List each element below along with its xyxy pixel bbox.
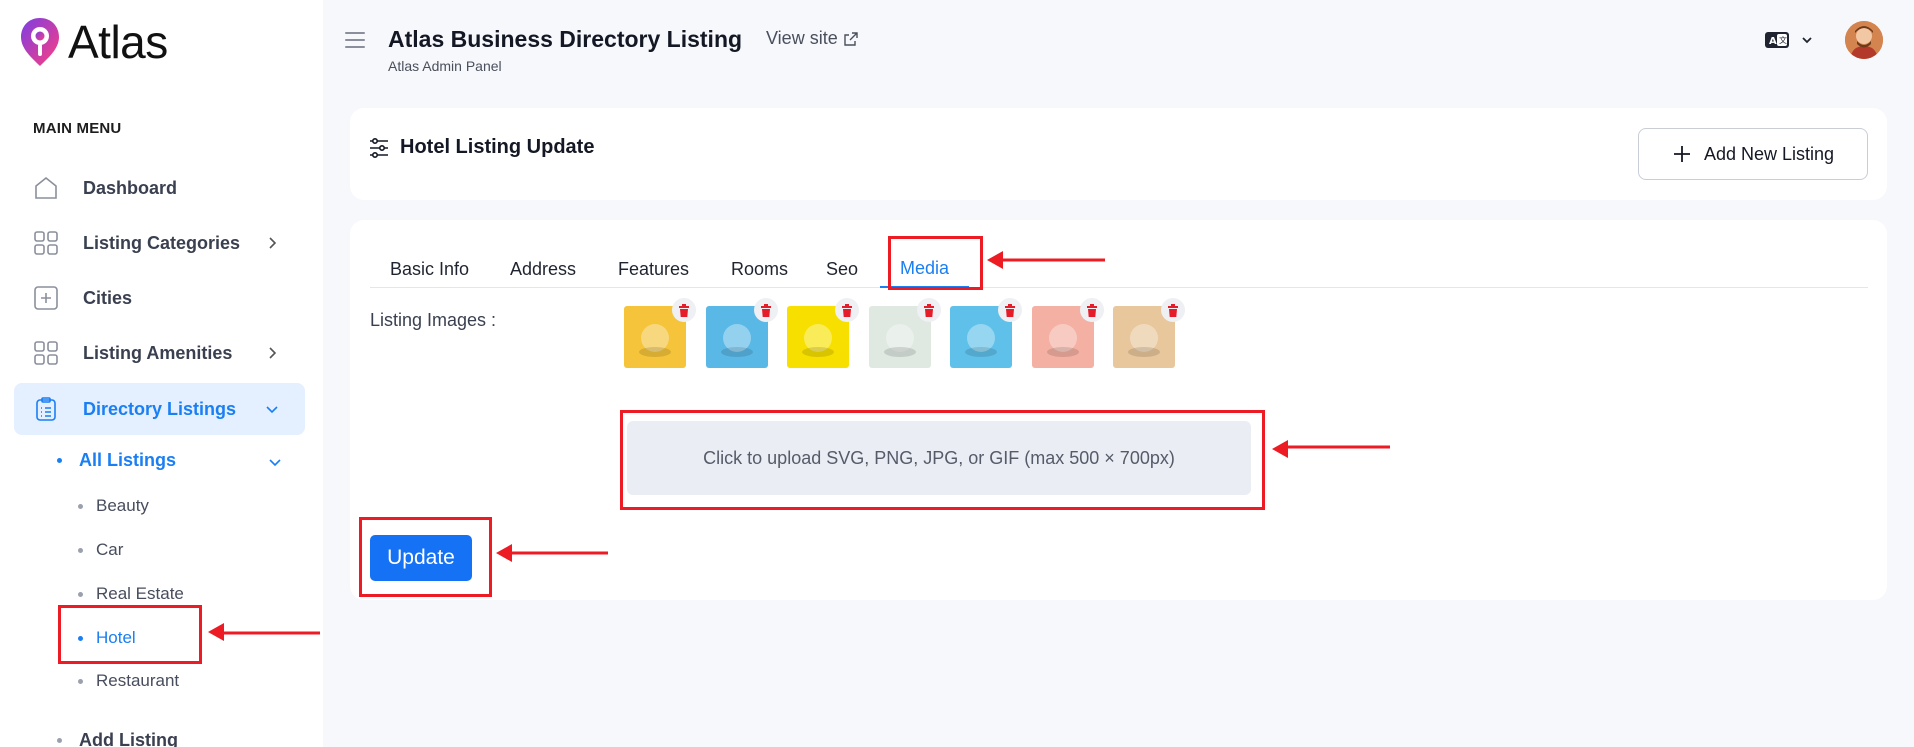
- highlight-box-media-tab: [888, 236, 983, 290]
- highlight-box-hotel: [58, 605, 202, 664]
- language-switcher[interactable]: A文: [1764, 30, 1814, 50]
- arrow-left-icon: [1272, 440, 1390, 458]
- arrow-left-icon: [496, 544, 608, 562]
- delete-image-button[interactable]: [672, 298, 696, 322]
- trash-icon: [679, 303, 689, 317]
- card-title-row: Hotel Listing Update: [368, 136, 594, 159]
- tab-basic-info[interactable]: Basic Info: [370, 250, 489, 288]
- view-site-label: View site: [766, 28, 838, 48]
- bullet-dot: [57, 458, 62, 463]
- sidebar-leaf-beauty[interactable]: Beauty: [78, 496, 149, 516]
- highlight-box-update: [359, 517, 492, 597]
- user-avatar[interactable]: [1845, 21, 1883, 59]
- delete-image-button[interactable]: [754, 298, 778, 322]
- home-icon: [32, 174, 60, 202]
- sidebar-item-label: Listing Categories: [83, 232, 241, 253]
- plus-icon: [1673, 146, 1690, 162]
- chevron-down-icon: [266, 406, 278, 414]
- trash-icon: [1087, 303, 1097, 317]
- leaf-label: Beauty: [96, 496, 149, 515]
- page-title: Atlas Business Directory Listing: [388, 26, 743, 52]
- trash-icon: [842, 303, 852, 317]
- sidebar-subitem-all-listings[interactable]: All Listings: [57, 450, 281, 471]
- sidebar-item-label: Cities: [83, 287, 133, 308]
- translate-icon: A文: [1765, 32, 1789, 48]
- sidebar-item-dashboard[interactable]: Dashboard: [14, 162, 305, 214]
- clipboard-icon: [32, 395, 60, 423]
- add-new-listing-button[interactable]: Add New Listing: [1638, 128, 1868, 180]
- hamburger-menu-icon[interactable]: [345, 32, 365, 48]
- grid-icon: [32, 339, 60, 367]
- leaf-label: Restaurant: [96, 671, 180, 690]
- sidebar-item-label: Directory Listings: [83, 398, 237, 419]
- delete-image-button[interactable]: [835, 298, 859, 322]
- bullet-dot: [78, 547, 83, 553]
- sidebar-subitem-add-listing[interactable]: Add Listing: [57, 730, 178, 747]
- sliders-icon: [370, 137, 388, 158]
- sidebar-item-directory-listings[interactable]: Directory Listings: [14, 383, 305, 435]
- atlas-logo-icon: [21, 18, 59, 66]
- svg-text:文: 文: [1779, 35, 1787, 45]
- leaf-label: Real Estate: [96, 584, 184, 603]
- sidebar-leaf-restaurant[interactable]: Restaurant: [78, 671, 179, 691]
- sidebar-item-cities[interactable]: Cities: [14, 272, 305, 324]
- delete-image-button[interactable]: [917, 298, 941, 322]
- tab-rooms[interactable]: Rooms: [711, 250, 808, 288]
- tab-bar: Basic Info Address Features Rooms Seo Me…: [370, 250, 1868, 288]
- sidebar-leaf-car[interactable]: Car: [78, 540, 123, 560]
- external-link-icon: [844, 31, 858, 46]
- sidebar-item-listing-amenities[interactable]: Listing Amenities: [14, 327, 305, 379]
- brand[interactable]: Atlas: [18, 16, 168, 68]
- subitem-label: Add Listing: [79, 730, 178, 747]
- bullet-dot: [57, 738, 62, 743]
- sidebar-item-label: Dashboard: [83, 177, 178, 198]
- grid-icon: [32, 229, 60, 257]
- view-site-link[interactable]: View site: [766, 28, 859, 49]
- brand-name: Atlas: [68, 16, 168, 68]
- delete-image-button[interactable]: [1080, 298, 1104, 322]
- trash-icon: [761, 303, 771, 317]
- bullet-dot: [78, 591, 83, 597]
- chevron-down-icon: [1802, 37, 1812, 44]
- arrow-left-icon: [987, 251, 1105, 269]
- trash-icon: [1168, 303, 1178, 317]
- card-title: Hotel Listing Update: [400, 136, 595, 158]
- plus-square-icon: [32, 284, 60, 312]
- sidebar-leaf-real-estate[interactable]: Real Estate: [78, 584, 184, 604]
- sidebar-item-label: Listing Amenities: [83, 342, 233, 363]
- tab-features[interactable]: Features: [598, 250, 709, 288]
- subitem-label: All Listings: [79, 450, 177, 470]
- chevron-down-icon: [269, 459, 281, 467]
- delete-image-button[interactable]: [998, 298, 1022, 322]
- chevron-right-icon: [269, 237, 277, 249]
- tab-seo[interactable]: Seo: [806, 250, 878, 288]
- listing-images-label: Listing Images :: [370, 310, 497, 330]
- main-menu-title: MAIN MENU: [33, 120, 122, 137]
- chevron-right-icon: [269, 347, 277, 359]
- tab-address[interactable]: Address: [490, 250, 596, 288]
- arrow-left-icon: [208, 623, 320, 641]
- page-subtitle: Atlas Admin Panel: [388, 58, 502, 74]
- add-new-listing-label: Add New Listing: [1703, 143, 1835, 164]
- sidebar-item-listing-categories[interactable]: Listing Categories: [14, 217, 305, 269]
- bullet-dot: [78, 678, 83, 684]
- bullet-dot: [78, 503, 83, 509]
- trash-icon: [1005, 303, 1015, 317]
- trash-icon: [924, 303, 934, 317]
- delete-image-button[interactable]: [1161, 298, 1185, 322]
- highlight-box-upload: [620, 410, 1265, 510]
- svg-text:A: A: [1769, 36, 1777, 47]
- leaf-label: Car: [96, 540, 124, 559]
